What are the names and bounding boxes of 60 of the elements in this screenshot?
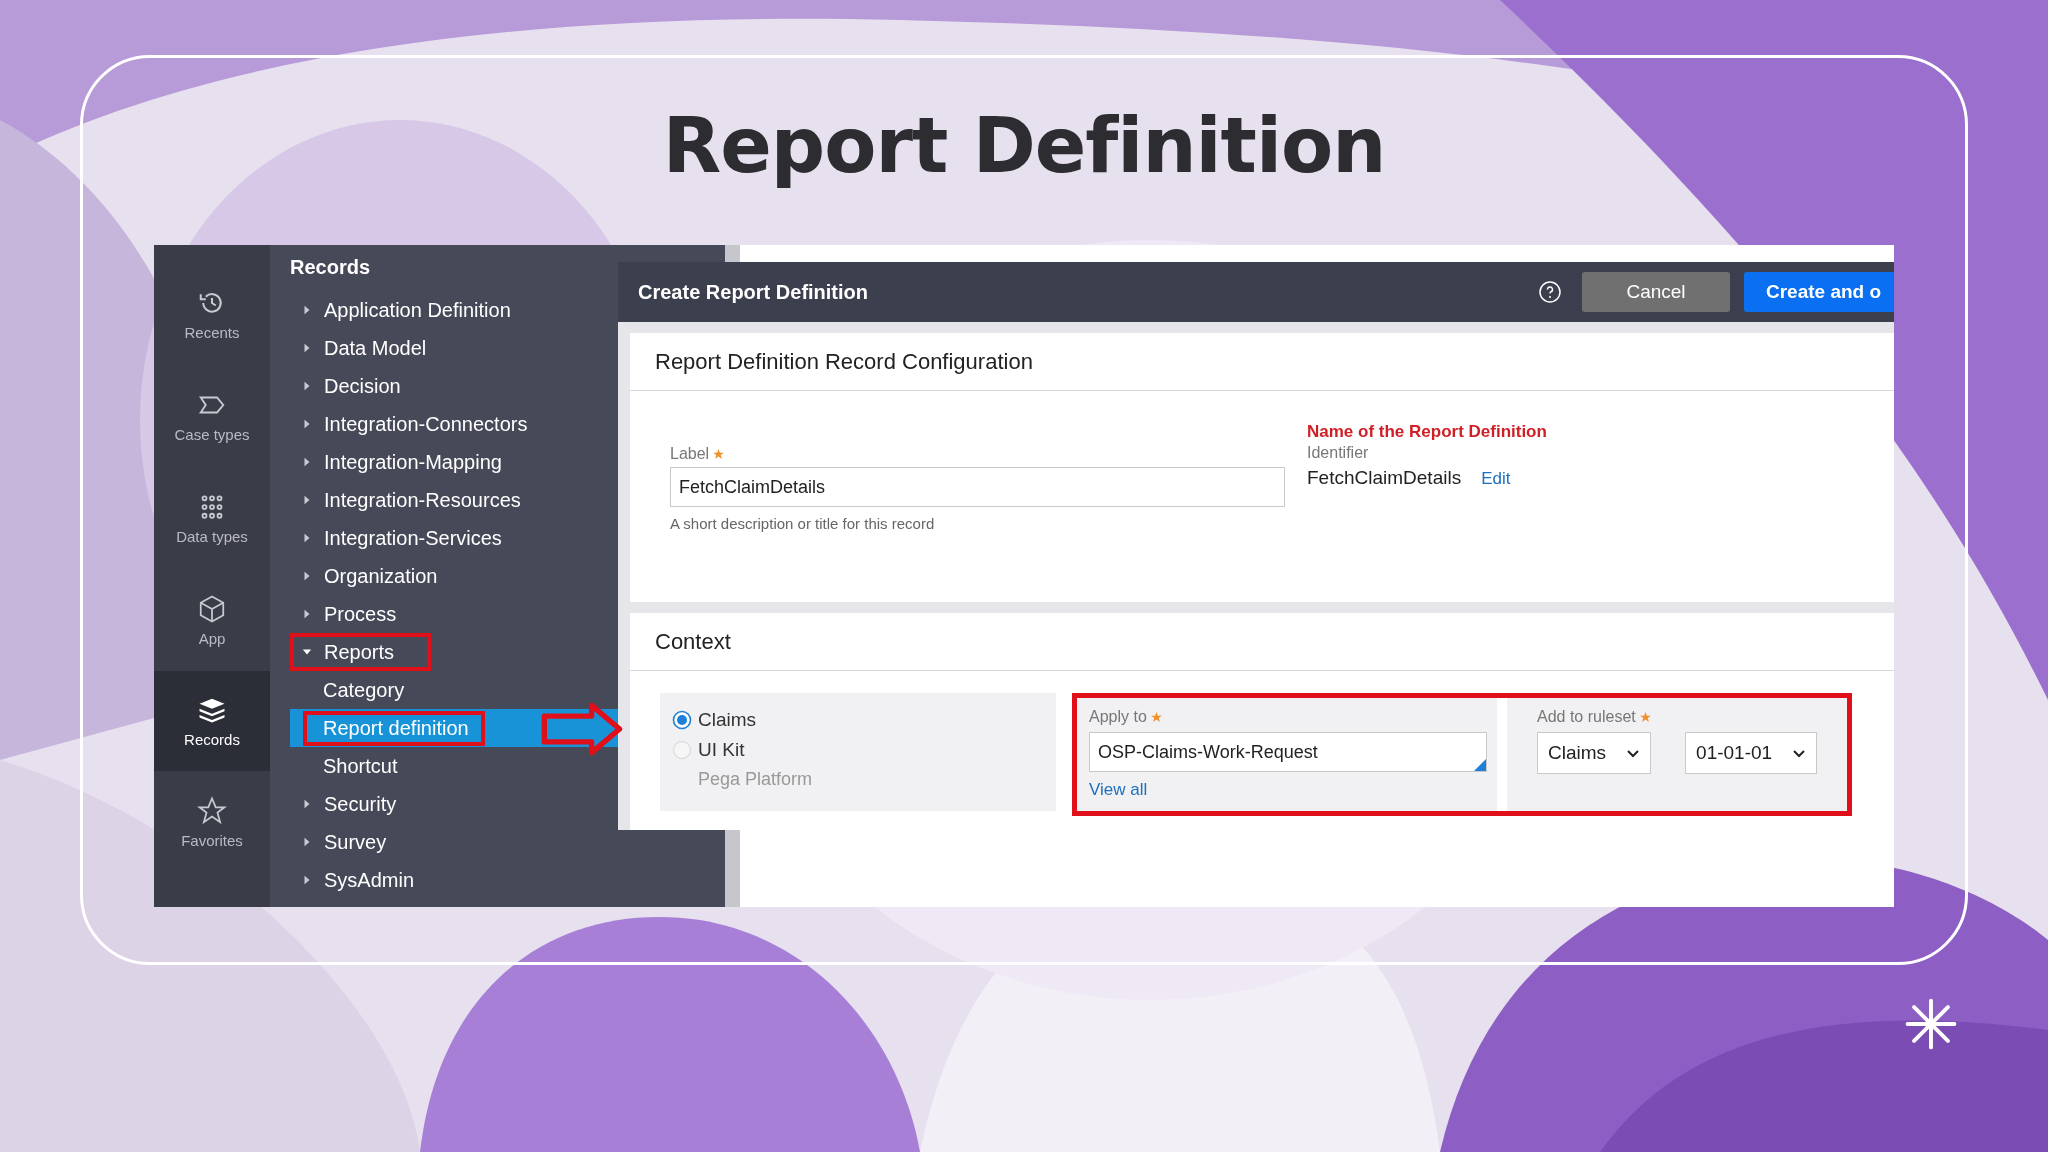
field-label: Label xyxy=(670,445,710,463)
caret-icon xyxy=(302,875,312,885)
tree-item[interactable]: Integration-Services xyxy=(290,519,514,557)
caret-icon xyxy=(302,495,312,505)
dropdown[interactable]: Claims xyxy=(1537,732,1652,774)
star-icon xyxy=(197,795,227,826)
caret-icon xyxy=(302,647,312,657)
rail-item[interactable]: Records xyxy=(154,671,270,771)
tree-item[interactable]: Reports xyxy=(290,633,431,671)
tree-item[interactable]: Organization xyxy=(290,557,450,595)
caret-icon xyxy=(302,571,312,581)
caret-icon xyxy=(302,305,312,315)
field-label: Add to ruleset xyxy=(1537,708,1636,726)
caret-icon xyxy=(302,343,312,353)
tree-item[interactable]: Survey xyxy=(290,823,399,861)
platform-text: Pega Platform xyxy=(697,768,814,790)
rail-item[interactable]: Favorites xyxy=(154,771,270,873)
chevron-down-icon xyxy=(1626,747,1641,759)
tree-item[interactable]: Process xyxy=(290,595,409,633)
annotation-text: Name of the Report Definition xyxy=(1307,421,1547,443)
identifier-value: FetchClaimDetails xyxy=(1307,467,1462,489)
tree-item[interactable]: Integration-Resources xyxy=(290,481,533,519)
dropdown[interactable]: 01-01-01 xyxy=(1685,732,1818,774)
caret-icon xyxy=(302,457,312,467)
tree-item[interactable]: Application Definition xyxy=(290,291,523,329)
edit-link[interactable]: Edit xyxy=(1481,469,1511,489)
rail-item[interactable]: Recents xyxy=(154,263,270,365)
field-label: Identifier xyxy=(1307,443,1370,463)
sparkle-icon xyxy=(1905,998,1957,1050)
caret-icon xyxy=(302,381,312,391)
help-icon xyxy=(1538,280,1562,304)
resize-icon xyxy=(1474,759,1486,771)
tree-item[interactable]: Integration-Mapping xyxy=(290,443,514,481)
apply-to-field[interactable]: OSP-Claims-Work-Request xyxy=(1089,732,1487,772)
section-heading: Context xyxy=(630,613,1894,671)
rail-item[interactable]: App xyxy=(154,569,270,671)
caret-icon xyxy=(302,609,312,619)
caret-icon xyxy=(302,533,312,543)
tree-item[interactable]: Data Model xyxy=(290,329,439,367)
rail-item[interactable]: Data types xyxy=(154,467,270,569)
chevron-down-icon xyxy=(1792,747,1807,759)
tree-item[interactable]: Integration-Connectors xyxy=(290,405,540,443)
tree-item[interactable]: SysAdmin xyxy=(290,861,427,899)
rail-item[interactable]: Case types xyxy=(154,365,270,467)
caret-icon xyxy=(302,837,312,847)
tree-item[interactable]: Security xyxy=(290,785,409,823)
helper-text: A short description or title for this record xyxy=(670,515,936,532)
caret-icon xyxy=(302,419,312,429)
section-heading: Report Definition Record Configuration xyxy=(630,333,1894,391)
caret-icon xyxy=(302,799,312,809)
cube-icon xyxy=(197,593,227,624)
field-label: Apply to xyxy=(1089,708,1147,726)
cancel-button[interactable]: Cancel xyxy=(1582,272,1730,312)
label-field[interactable]: FetchClaimDetails xyxy=(670,467,1285,507)
dialog-title: Create Report Definition xyxy=(638,280,870,304)
create-button[interactable]: Create and o xyxy=(1744,272,1894,312)
panel-title: Records xyxy=(290,255,371,279)
view-all-link[interactable]: View all xyxy=(1089,780,1148,799)
slide-title: Report Definition xyxy=(661,100,1387,192)
tree-item[interactable]: Decision xyxy=(290,367,413,405)
